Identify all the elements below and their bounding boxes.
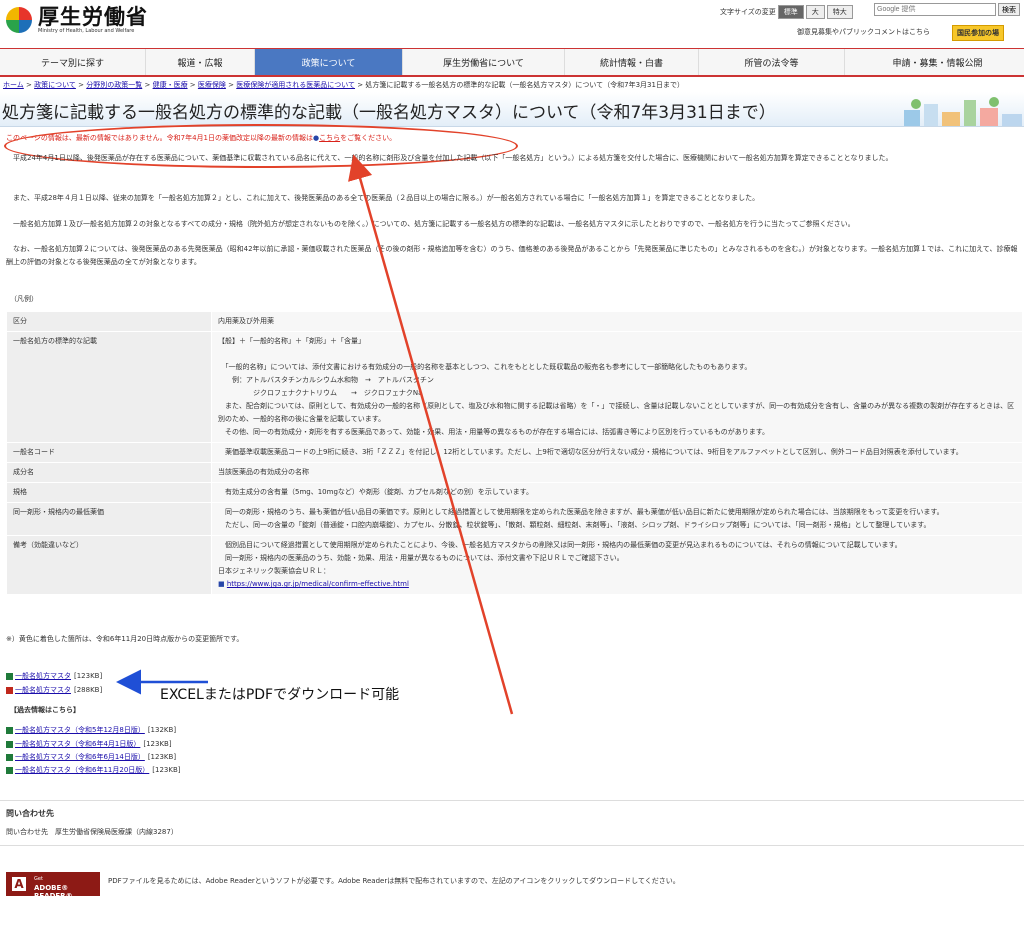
search-button[interactable]: 検索 xyxy=(998,3,1020,16)
town-illustration-icon xyxy=(904,97,1022,126)
mhlw-logo-icon xyxy=(6,7,32,33)
font-size-large-button[interactable]: 大 xyxy=(805,5,825,19)
title-band: 処方箋に記載する一般名処方の標準的な記載（一般名処方マスタ）について（令和7年3… xyxy=(0,92,1024,127)
download-row-excel: 一般名処方マスタ [123KB] xyxy=(6,671,102,681)
legend-key: 一般名処方の標準的な記載 xyxy=(6,331,212,443)
breadcrumb-field-policies[interactable]: 分野別の政策一覧 xyxy=(86,81,142,89)
contact-text: 問い合わせ先 厚生労働省保険局医療課（内線3287） xyxy=(6,828,178,836)
font-size-label: 文字サイズの変更 xyxy=(720,8,776,16)
site-header: 厚生労働省 Ministry of Health, Labour and Wel… xyxy=(0,0,1024,46)
contact-heading: 問い合わせ先 xyxy=(6,809,54,818)
download-excel-link[interactable]: 一般名処方マスタ xyxy=(15,671,71,681)
past-row: 一般名処方マスタ（令和6年4月1日版） [123KB] xyxy=(6,739,172,749)
nav-laws[interactable]: 所管の法令等 xyxy=(699,49,845,75)
legend-key: 成分名 xyxy=(6,462,212,483)
download-row-pdf: 一般名処方マスタ [288KB] xyxy=(6,685,102,695)
adobe-reader-button[interactable]: A Get ADOBE® READER® xyxy=(6,872,100,900)
yellow-note: ※）黄色に着色した箇所は、令和6年11月20日時点版からの変更箇所です。 xyxy=(6,635,244,643)
nav-theme[interactable]: テーマ別に探す xyxy=(0,49,146,75)
breadcrumb: ホーム > 政策について > 分野別の政策一覧 > 健康・医療 > 医療保険 >… xyxy=(3,81,684,89)
legend-value: 内用薬及び外用薬 xyxy=(211,311,1023,332)
site-logo[interactable]: 厚生労働省 Ministry of Health, Labour and Wel… xyxy=(6,6,148,34)
citizen-participation-button[interactable]: 国民参加の場 xyxy=(952,25,1004,41)
breadcrumb-current: 処方箋に記載する一般名処方の標準的な記載（一般名処方マスタ）について（令和7年3… xyxy=(365,81,684,89)
logo-title: 厚生労働省 xyxy=(38,5,148,29)
jga-url-link[interactable]: https://www.jga.gr.jp/medical/confirm-ef… xyxy=(227,580,409,588)
past-row: 一般名処方マスタ（令和6年6月14日版） [123KB] xyxy=(6,752,176,762)
legend-key: 規格 xyxy=(6,482,212,503)
public-comment-link[interactable]: 御意見募集やパブリックコメントはこちら xyxy=(797,27,930,37)
table-row: 成分名 当該医薬品の有効成分の名称 xyxy=(6,462,1023,483)
past-info-heading: 【過去情報はこちら】 xyxy=(10,706,80,714)
excel-icon xyxy=(6,753,13,761)
past-row: 一般名処方マスタ（令和5年12月8日版） [132KB] xyxy=(6,725,176,735)
intro-paragraph-1: 平成24年4月1日以降、後発医薬品が存在する医薬品について、薬価基準に収載されて… xyxy=(6,154,893,162)
page-title: 処方箋に記載する一般名処方の標準的な記載（一般名処方マスタ）について（令和7年3… xyxy=(2,103,776,123)
breadcrumb-home[interactable]: ホーム xyxy=(3,81,24,89)
table-row: 備考（効能違いなど） 個別品目について経過措置として使用期限が定められたことによ… xyxy=(6,535,1023,595)
past-link[interactable]: 一般名処方マスタ（令和6年6月14日版） xyxy=(15,752,145,762)
past-row: 一般名処方マスタ（令和6年11月20日版） [123KB] xyxy=(6,765,181,775)
nav-about[interactable]: 厚生労働省について xyxy=(403,49,565,75)
annotation-text: EXCELまたはPDFでダウンロード可能 xyxy=(160,687,400,703)
nav-policy[interactable]: 政策について xyxy=(255,49,403,75)
pdf-icon xyxy=(6,686,13,694)
legend-key: 一般名コード xyxy=(6,442,212,463)
legend-value: 同一の剤形・規格のうち、最も薬価が低い品目の薬価です。原則として経過措置として使… xyxy=(211,502,1023,536)
legend-value: 有効主成分の含有量（5mg、10mgなど）や剤形（錠剤、カプセル剤などの別）を示… xyxy=(211,482,1023,503)
excel-icon xyxy=(6,766,13,774)
legend-key: 区分 xyxy=(6,311,212,332)
nav-statistics[interactable]: 統計情報・白書 xyxy=(565,49,699,75)
breadcrumb-policy[interactable]: 政策について xyxy=(34,81,76,89)
breadcrumb-insurance[interactable]: 医療保険 xyxy=(198,81,226,89)
global-nav: テーマ別に探す 報道・広報 政策について 厚生労働省について 統計情報・白書 所… xyxy=(0,48,1024,77)
legend-label: （凡例） xyxy=(10,295,38,303)
font-size-xlarge-button[interactable]: 特大 xyxy=(826,5,853,19)
download-pdf-link[interactable]: 一般名処方マスタ xyxy=(15,685,71,695)
legend-value: 個別品目について経過措置として使用期限が定められたことにより、今後、一般名処方マ… xyxy=(211,535,1023,595)
excel-icon xyxy=(6,726,13,734)
legend-value: 【般】＋「一般的名称」＋「剤形」＋「含量」 「一般的名称」については、添付文書に… xyxy=(211,331,1023,443)
past-link[interactable]: 一般名処方マスタ（令和5年12月8日版） xyxy=(15,725,145,735)
external-link-icon: ■ xyxy=(218,580,225,588)
breadcrumb-covered-drugs[interactable]: 医療保険が適用される医薬品について xyxy=(236,81,355,89)
past-link[interactable]: 一般名処方マスタ（令和6年11月20日版） xyxy=(15,765,149,775)
logo-subtitle: Ministry of Health, Labour and Welfare xyxy=(38,28,135,34)
table-row: 規格 有効主成分の含有量（5mg、10mgなど）や剤形（錠剤、カプセル剤などの別… xyxy=(6,482,1023,503)
intro-paragraph-4: なお、一般名処方加算２については、後発医薬品のある先発医薬品（昭和42年以前に承… xyxy=(6,245,1018,266)
site-search: 検索 xyxy=(874,3,1020,16)
table-row: 一般名処方の標準的な記載 【般】＋「一般的名称」＋「剤形」＋「含量」 「一般的名… xyxy=(6,331,1023,443)
legend-table: 区分 内用薬及び外用薬 一般名処方の標準的な記載 【般】＋「一般的名称」＋「剤形… xyxy=(6,311,1023,595)
search-input[interactable] xyxy=(874,3,996,16)
excel-icon xyxy=(6,740,13,748)
table-row: 一般名コード 薬価基準収載医薬品コードの上9桁に続き、3桁「ＺＺＺ」を付記し、1… xyxy=(6,442,1023,463)
intro-paragraph-2: また、平成28年４月１日以降、従来の加算を「一般名処方加算２」とし、これに加えて… xyxy=(6,194,760,202)
breadcrumb-health[interactable]: 健康・医療 xyxy=(153,81,188,89)
table-row: 同一剤形・規格内の最低薬価 同一の剤形・規格のうち、最も薬価が低い品目の薬価です… xyxy=(6,502,1023,536)
font-size-switcher: 文字サイズの変更 標準 大 特大 xyxy=(720,5,853,19)
legend-key: 備考（効能違いなど） xyxy=(6,535,212,595)
nav-applications[interactable]: 申請・募集・情報公開 xyxy=(845,49,1024,75)
contact-box xyxy=(0,800,1024,846)
excel-icon xyxy=(6,672,13,680)
nav-press[interactable]: 報道・広報 xyxy=(146,49,255,75)
past-link[interactable]: 一般名処方マスタ（令和6年4月1日版） xyxy=(15,739,140,749)
legend-value: 薬価基準収載医薬品コードの上9桁に続き、3桁「ＺＺＺ」を付記し、12桁としていま… xyxy=(211,442,1023,463)
font-size-standard-button[interactable]: 標準 xyxy=(777,5,804,19)
intro-paragraph-3: 一般名処方加算１及び一般名処方加算２の対象となるすべての成分・規格（院外処方が想… xyxy=(6,220,855,228)
adobe-info-text: PDFファイルを見るためには、Adobe Readerというソフトが必要です。A… xyxy=(108,877,680,885)
adobe-icon: A xyxy=(12,877,26,891)
table-row: 区分 内用薬及び外用薬 xyxy=(6,311,1023,332)
legend-key: 同一剤形・規格内の最低薬価 xyxy=(6,502,212,536)
legend-value: 当該医薬品の有効成分の名称 xyxy=(211,462,1023,483)
